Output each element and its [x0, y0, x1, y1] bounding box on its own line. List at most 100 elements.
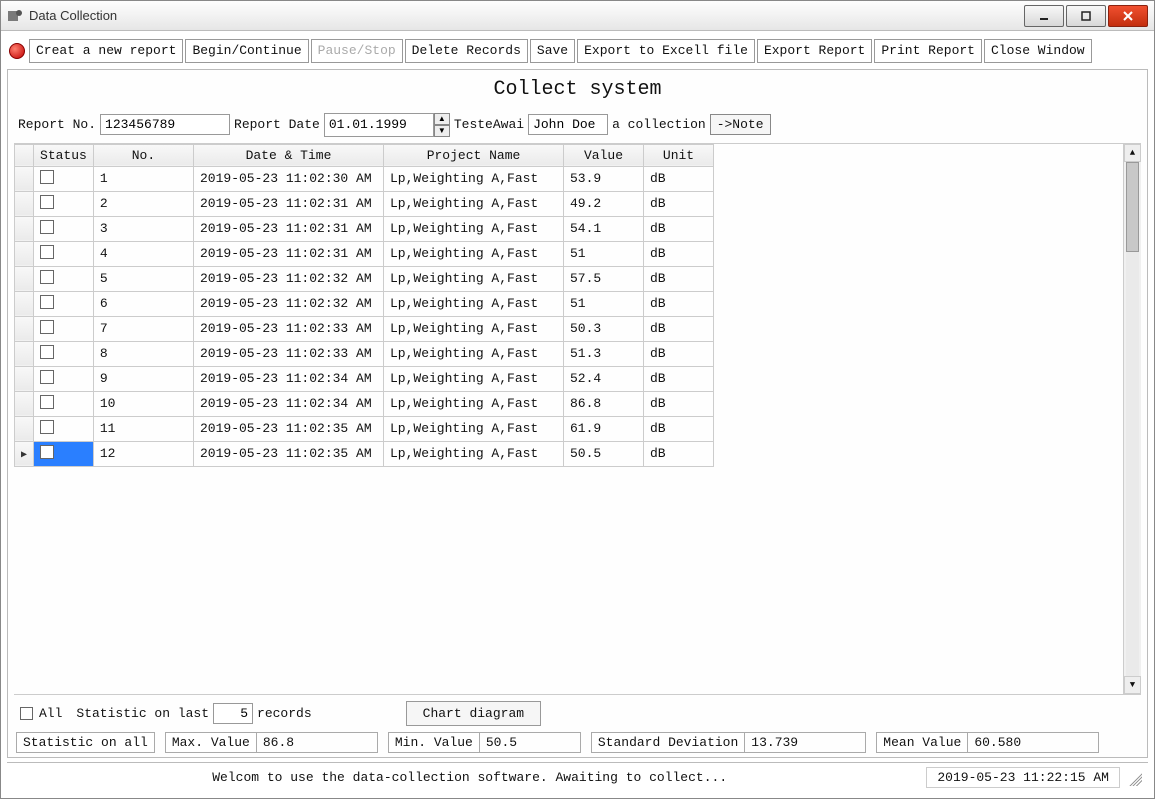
pause-stop-button[interactable]: Pause/Stop — [311, 39, 403, 63]
close-button[interactable] — [1108, 5, 1148, 27]
col-status[interactable]: Status — [34, 144, 94, 166]
row-status-cell[interactable] — [34, 166, 94, 191]
row-checkbox[interactable] — [40, 445, 54, 459]
table-row[interactable]: 122019-05-23 11:02:35 AMLp,Weighting A,F… — [15, 441, 714, 466]
row-value: 51 — [564, 291, 644, 316]
stat-min: Min. Value 50.5 — [388, 732, 581, 753]
toolbar: Creat a new report Begin/Continue Pause/… — [7, 37, 1148, 65]
table-row[interactable]: 92019-05-23 11:02:34 AMLp,Weighting A,Fa… — [15, 366, 714, 391]
col-unit[interactable]: Unit — [644, 144, 714, 166]
row-unit: dB — [644, 391, 714, 416]
table-row[interactable]: 42019-05-23 11:02:31 AMLp,Weighting A,Fa… — [15, 241, 714, 266]
report-date-input[interactable] — [324, 113, 434, 137]
statusbar: Welcom to use the data-collection softwa… — [7, 762, 1148, 792]
row-value: 50.3 — [564, 316, 644, 341]
vertical-scrollbar[interactable]: ▲ ▼ — [1123, 144, 1141, 694]
scroll-thumb[interactable] — [1126, 162, 1139, 252]
row-checkbox[interactable] — [40, 195, 54, 209]
row-header-col — [15, 144, 34, 166]
table-row[interactable]: 102019-05-23 11:02:34 AMLp,Weighting A,F… — [15, 391, 714, 416]
row-status-cell[interactable] — [34, 416, 94, 441]
row-checkbox[interactable] — [40, 245, 54, 259]
table-row[interactable]: 62019-05-23 11:02:32 AMLp,Weighting A,Fa… — [15, 291, 714, 316]
col-no[interactable]: No. — [93, 144, 193, 166]
tester-input[interactable] — [528, 114, 608, 135]
row-status-cell[interactable] — [34, 216, 94, 241]
table-row[interactable]: 12019-05-23 11:02:30 AMLp,Weighting A,Fa… — [15, 166, 714, 191]
row-status-cell[interactable] — [34, 441, 94, 466]
row-no: 7 — [93, 316, 193, 341]
date-spin-up[interactable]: ▲ — [434, 113, 450, 125]
row-project: Lp,Weighting A,Fast — [384, 291, 564, 316]
report-no-input[interactable] — [100, 114, 230, 135]
row-header — [15, 391, 34, 416]
row-status-cell[interactable] — [34, 266, 94, 291]
table-row[interactable]: 72019-05-23 11:02:33 AMLp,Weighting A,Fa… — [15, 316, 714, 341]
stat-std-label: Standard Deviation — [592, 733, 745, 752]
scroll-down-icon[interactable]: ▼ — [1124, 676, 1141, 694]
stat-n-input[interactable] — [213, 703, 253, 724]
export-report-button[interactable]: Export Report — [757, 39, 872, 63]
row-datetime: 2019-05-23 11:02:30 AM — [194, 166, 384, 191]
content-frame: Creat a new report Begin/Continue Pause/… — [1, 31, 1154, 798]
note-button[interactable]: ->Note — [710, 114, 771, 135]
scroll-up-icon[interactable]: ▲ — [1124, 144, 1141, 162]
row-checkbox[interactable] — [40, 345, 54, 359]
row-no: 2 — [93, 191, 193, 216]
col-datetime[interactable]: Date & Time — [194, 144, 384, 166]
table-row[interactable]: 52019-05-23 11:02:32 AMLp,Weighting A,Fa… — [15, 266, 714, 291]
row-checkbox[interactable] — [40, 395, 54, 409]
stats-row-2: Statistic on all Max. Value 86.8 Min. Va… — [14, 732, 1141, 753]
save-button[interactable]: Save — [530, 39, 575, 63]
create-report-button[interactable]: Creat a new report — [29, 39, 183, 63]
report-form: Report No. Report Date ▲ ▼ TesteAwai a c… — [14, 113, 1141, 137]
row-status-cell[interactable] — [34, 241, 94, 266]
row-datetime: 2019-05-23 11:02:33 AM — [194, 341, 384, 366]
row-datetime: 2019-05-23 11:02:35 AM — [194, 441, 384, 466]
minimize-button[interactable] — [1024, 5, 1064, 27]
row-checkbox[interactable] — [40, 220, 54, 234]
row-value: 50.5 — [564, 441, 644, 466]
export-excel-button[interactable]: Export to Excell file — [577, 39, 755, 63]
row-checkbox[interactable] — [40, 420, 54, 434]
row-checkbox[interactable] — [40, 295, 54, 309]
row-checkbox[interactable] — [40, 170, 54, 184]
table-row[interactable]: 82019-05-23 11:02:33 AMLp,Weighting A,Fa… — [15, 341, 714, 366]
table-row[interactable]: 32019-05-23 11:02:31 AMLp,Weighting A,Fa… — [15, 216, 714, 241]
row-status-cell[interactable] — [34, 366, 94, 391]
begin-continue-button[interactable]: Begin/Continue — [185, 39, 308, 63]
print-report-button[interactable]: Print Report — [874, 39, 982, 63]
collection-label: a collection — [612, 117, 706, 132]
row-checkbox[interactable] — [40, 270, 54, 284]
window-title: Data Collection — [29, 8, 117, 23]
table-row[interactable]: 22019-05-23 11:02:31 AMLp,Weighting A,Fa… — [15, 191, 714, 216]
status-message: Welcom to use the data-collection softwa… — [13, 770, 926, 785]
row-status-cell[interactable] — [34, 341, 94, 366]
close-window-button[interactable]: Close Window — [984, 39, 1092, 63]
row-checkbox[interactable] — [40, 320, 54, 334]
row-unit: dB — [644, 216, 714, 241]
resize-grip-icon[interactable] — [1126, 770, 1142, 786]
maximize-button[interactable] — [1066, 5, 1106, 27]
report-date-label: Report Date — [234, 117, 320, 132]
page-title: Collect system — [14, 76, 1141, 107]
row-datetime: 2019-05-23 11:02:33 AM — [194, 316, 384, 341]
row-project: Lp,Weighting A,Fast — [384, 416, 564, 441]
stat-last-n: Statistic on last records — [76, 703, 311, 724]
row-status-cell[interactable] — [34, 291, 94, 316]
delete-records-button[interactable]: Delete Records — [405, 39, 528, 63]
table-row[interactable]: 112019-05-23 11:02:35 AMLp,Weighting A,F… — [15, 416, 714, 441]
row-status-cell[interactable] — [34, 391, 94, 416]
all-checkbox[interactable] — [20, 707, 33, 720]
app-icon — [7, 8, 23, 24]
row-header — [15, 341, 34, 366]
row-checkbox[interactable] — [40, 370, 54, 384]
stat-prefix: Statistic on last — [76, 706, 209, 721]
col-value[interactable]: Value — [564, 144, 644, 166]
row-header — [15, 166, 34, 191]
row-status-cell[interactable] — [34, 316, 94, 341]
col-project[interactable]: Project Name — [384, 144, 564, 166]
chart-diagram-button[interactable]: Chart diagram — [406, 701, 541, 726]
row-status-cell[interactable] — [34, 191, 94, 216]
date-spin-down[interactable]: ▼ — [434, 125, 450, 137]
